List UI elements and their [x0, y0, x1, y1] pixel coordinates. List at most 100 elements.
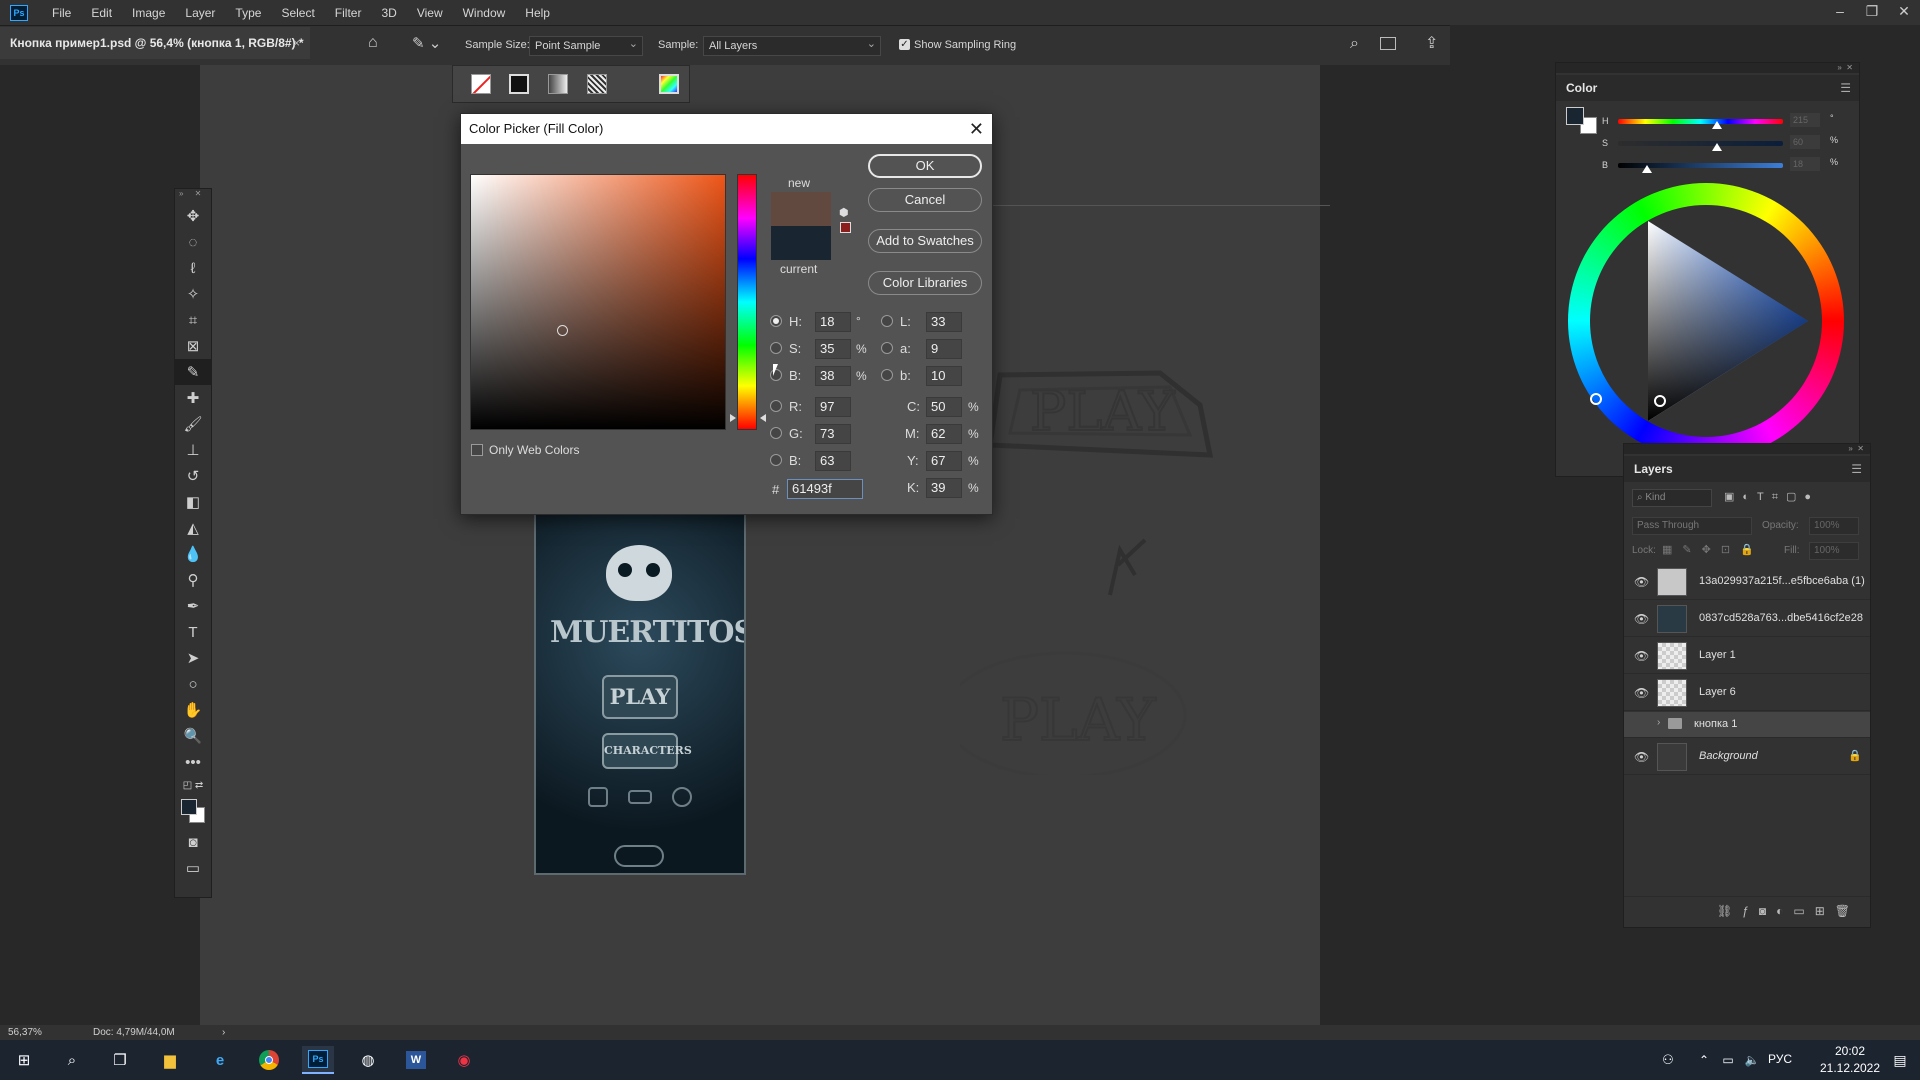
recording-app-icon[interactable]: ◉	[448, 1046, 480, 1074]
people-icon[interactable]: ⚇	[1652, 1046, 1684, 1074]
task-view-icon[interactable]: ❐	[104, 1046, 136, 1074]
hue-radio[interactable]	[770, 315, 782, 327]
menu-file[interactable]: File	[42, 6, 81, 20]
screen-mode-icon[interactable]: ▭	[175, 855, 211, 881]
zoom-level[interactable]: 56,37%	[8, 1025, 42, 1040]
cancel-button[interactable]: Cancel	[868, 188, 982, 212]
share-icon[interactable]: ⇪	[1425, 33, 1438, 53]
layer-row[interactable]: 👁 Layer 1	[1624, 638, 1870, 674]
eye-icon[interactable]: 👁	[1634, 575, 1649, 589]
eraser-tool-icon[interactable]: ◧	[175, 489, 211, 515]
home-icon[interactable]: ⌂	[368, 34, 378, 52]
menu-window[interactable]: Window	[453, 6, 516, 20]
brush-tool-icon[interactable]: 🖌	[175, 411, 211, 437]
frame-tool-icon[interactable]: ⊠	[175, 333, 211, 359]
clock-time[interactable]: 20:02	[1818, 1044, 1882, 1058]
status-chevron-icon[interactable]: ›	[222, 1025, 225, 1040]
lock-icons[interactable]: ▦✎✥⊡🔒	[1662, 543, 1764, 556]
dodge-tool-icon[interactable]: ⚲	[175, 567, 211, 593]
document-tab-close-icon[interactable]: ×	[293, 27, 300, 59]
saturation-input[interactable]: 35	[815, 339, 851, 359]
chrome-icon[interactable]	[253, 1046, 285, 1074]
foreground-background-swatch[interactable]	[175, 795, 211, 829]
hue-slider-arrow-left[interactable]	[730, 414, 736, 422]
path-selection-tool-icon[interactable]: ➤	[175, 645, 211, 671]
magenta-input[interactable]: 62	[926, 424, 962, 444]
edge-icon[interactable]: e	[204, 1046, 236, 1074]
eye-icon[interactable]: 👁	[1634, 750, 1649, 764]
menu-filter[interactable]: Filter	[325, 6, 372, 20]
pattern-icon[interactable]	[587, 74, 607, 94]
eye-icon[interactable]: 👁	[1634, 649, 1649, 663]
current-color-swatch[interactable]	[771, 226, 831, 260]
document-tab[interactable]: Кнопка пример1.psd @ 56,4% (кнопка 1, RG…	[0, 27, 310, 59]
windows-start-icon[interactable]: ⊞	[8, 1046, 40, 1074]
language-indicator[interactable]: РУС	[1768, 1052, 1792, 1066]
word-icon[interactable]: W	[400, 1046, 432, 1074]
crop-tool-icon[interactable]: ⌗	[175, 307, 211, 333]
s-value-input[interactable]: 60	[1790, 135, 1820, 149]
file-explorer-icon[interactable]: ▆	[154, 1046, 186, 1074]
out-of-gamut-icon[interactable]: ⬢	[839, 206, 849, 219]
blue-radio[interactable]	[770, 454, 782, 466]
blur-tool-icon[interactable]: 💧	[175, 541, 211, 567]
marquee-tool-icon[interactable]: ◌	[175, 229, 211, 255]
add-to-swatches-button[interactable]: Add to Swatches	[868, 229, 982, 253]
h-slider[interactable]	[1618, 119, 1783, 124]
layers-panel-footer-icons[interactable]: ⛓ƒ◙◐▭⊞🗑	[1624, 896, 1870, 926]
move-tool-icon[interactable]: ✥	[175, 203, 211, 229]
color-libraries-button[interactable]: Color Libraries	[868, 271, 982, 295]
lab-b-input[interactable]: 10	[926, 366, 962, 386]
color-field-cursor[interactable]	[557, 325, 568, 336]
eyedropper-tool-icon[interactable]: ✎	[175, 359, 211, 385]
notifications-icon[interactable]: ▤	[1884, 1046, 1916, 1074]
lab-l-radio[interactable]	[881, 315, 893, 327]
swap-colors-icon[interactable]: ◰ ⇄	[175, 775, 211, 795]
zoom-tool-icon[interactable]: 🔍	[175, 723, 211, 749]
lab-a-input[interactable]: 9	[926, 339, 962, 359]
green-input[interactable]: 73	[815, 424, 851, 444]
color-triangle[interactable]	[1568, 183, 1844, 459]
volume-icon[interactable]: 🔈	[1736, 1046, 1768, 1074]
menu-select[interactable]: Select	[271, 6, 324, 20]
group-expand-icon[interactable]: ›	[1657, 717, 1660, 728]
red-input[interactable]: 97	[815, 397, 851, 417]
eye-icon[interactable]: 👁	[1634, 612, 1649, 626]
fill-input[interactable]: 100%	[1809, 542, 1859, 560]
magic-wand-tool-icon[interactable]: ✧	[175, 281, 211, 307]
sample-size-dropdown[interactable]: Point Sample	[529, 35, 643, 56]
show-sampling-ring-checkbox[interactable]: ✓	[899, 39, 910, 50]
saturation-radio[interactable]	[770, 342, 782, 354]
foreground-color-swatch[interactable]	[181, 799, 197, 815]
h-value-input[interactable]: 215	[1790, 113, 1820, 127]
layer-filter-icons[interactable]: ▣◐T⌗▢●	[1724, 490, 1819, 504]
menu-help[interactable]: Help	[515, 6, 560, 20]
minimize-button[interactable]: –	[1824, 0, 1856, 25]
layer-row[interactable]: 👁 0837cd528a763...dbe5416cf2e28	[1624, 601, 1870, 637]
layer-row[interactable]: 👁 Background 🔒	[1624, 739, 1870, 775]
black-input[interactable]: 39	[926, 478, 962, 498]
clone-stamp-tool-icon[interactable]: ⊥	[175, 437, 211, 463]
dialog-close-icon[interactable]: ✕	[969, 114, 984, 144]
color-panel-foreground-swatch[interactable]	[1566, 107, 1584, 125]
more-tools-icon[interactable]: •••	[175, 749, 211, 775]
eyedropper-tool-preset-icon[interactable]: ✎ ⌄	[412, 34, 441, 52]
layer-row-selected[interactable]: › кнопка 1	[1624, 712, 1870, 738]
search-icon[interactable]: ⌕	[56, 1046, 88, 1074]
lab-l-input[interactable]: 33	[926, 312, 962, 332]
sample-dropdown[interactable]: All Layers	[703, 35, 881, 56]
color-picker-icon[interactable]	[659, 74, 679, 94]
only-web-colors-checkbox[interactable]	[471, 444, 483, 456]
restore-button[interactable]: ❐	[1856, 0, 1888, 25]
layer-row[interactable]: 👁 Layer 6	[1624, 675, 1870, 711]
blue-input[interactable]: 63	[815, 451, 851, 471]
ok-button[interactable]: OK	[868, 154, 982, 178]
s-slider[interactable]	[1618, 141, 1783, 146]
web-safe-warning-icon[interactable]	[840, 222, 851, 233]
menu-image[interactable]: Image	[122, 6, 175, 20]
layers-panel-menu-icon[interactable]: ☰	[1851, 456, 1862, 482]
menu-layer[interactable]: Layer	[175, 6, 225, 20]
eye-icon[interactable]: 👁	[1634, 686, 1649, 700]
saturation-brightness-field[interactable]	[470, 174, 726, 430]
hue-input[interactable]: 18	[815, 312, 851, 332]
